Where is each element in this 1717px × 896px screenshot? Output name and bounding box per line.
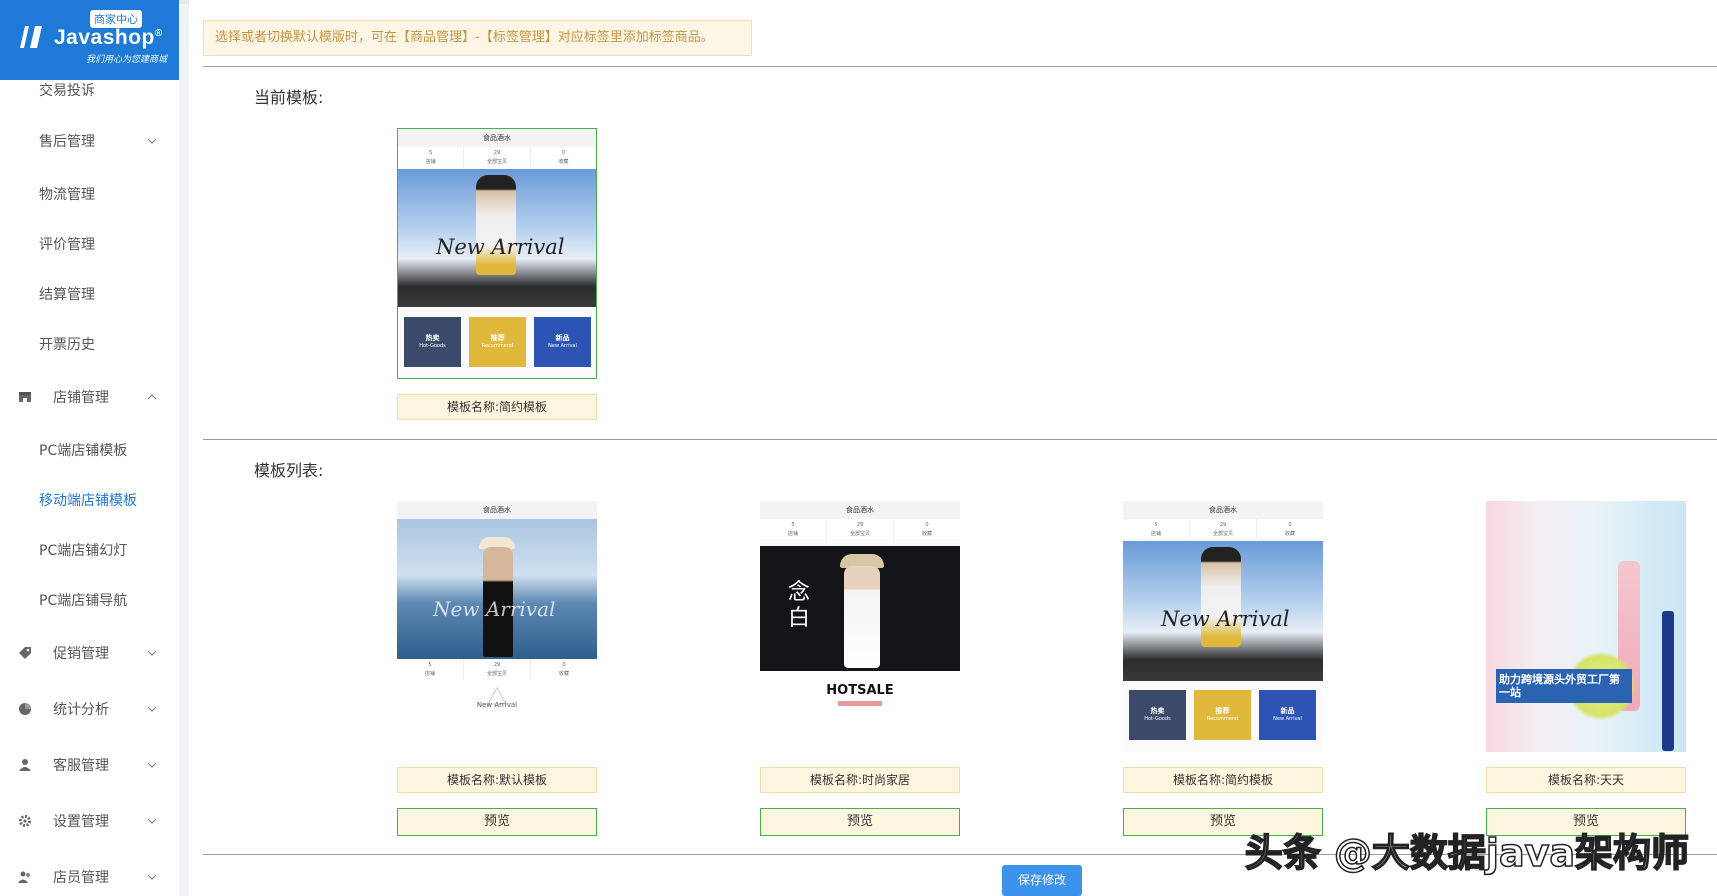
template-thumbnail-default[interactable]: 食品酒水 New Arrival 5 店铺 29 全部宝贝 0 收藏 New Arr…	[397, 501, 597, 752]
user-icon	[19, 759, 31, 771]
chevron-down-icon	[147, 138, 157, 144]
sidebar-item-promotion[interactable]: 促销管理	[0, 631, 179, 675]
template-thumbnail-fashion-home[interactable]: 食品酒水 5 店铺 29 全部宝贝 0 收藏 念白 HOTSALE	[760, 501, 960, 752]
current-template-thumbnail: 食品酒水 5 店铺 29 全部宝贝 0 收藏 New Arrival 热卖 Hot-G…	[397, 128, 597, 379]
template-list-title: 模板列表:	[254, 461, 324, 480]
thumb-hero-image: 念白	[760, 546, 960, 671]
thumb-hero-image: New Arrival	[397, 519, 597, 659]
sidebar-item-customer-service[interactable]: 客服管理	[0, 743, 179, 787]
sidebar-item-settings[interactable]: 设置管理	[0, 799, 179, 843]
sidebar-item-reviews[interactable]: 评价管理	[0, 222, 179, 266]
current-template-title: 当前模板:	[254, 88, 324, 107]
divider	[203, 439, 1717, 440]
javashop-logo-icon	[20, 26, 42, 48]
preview-button-fashion-home[interactable]: 预览	[760, 808, 960, 836]
sidebar: 商家中心 Javashop® 我们用心为您建商城 交易投诉 售后管理 物流管理 …	[0, 0, 179, 896]
template-name-simple: 模板名称:简约模板	[1123, 767, 1323, 793]
chevron-up-icon	[147, 394, 157, 400]
sidebar-item-pc-store-slides[interactable]: PC端店铺幻灯	[0, 528, 179, 572]
sidebar-item-store-management[interactable]: 店铺管理	[0, 375, 179, 419]
sidebar-item-invoice-history[interactable]: 开票历史	[0, 322, 179, 366]
chevron-down-icon	[147, 874, 157, 880]
store-icon	[19, 392, 31, 402]
sidebar-item-pc-store-template[interactable]: PC端店铺模板	[0, 428, 179, 472]
notice-banner: 选择或者切换默认模版时，可在【商品管理】-【标签管理】对应标签里添加标签商品。	[203, 20, 752, 56]
template-thumbnail-tiantian[interactable]: 助力跨境源头外贸工厂第一站	[1486, 501, 1686, 752]
main-content: 选择或者切换默认模版时，可在【商品管理】-【标签管理】对应标签里添加标签商品。 …	[189, 0, 1717, 896]
sidebar-item-after-sales[interactable]: 售后管理	[0, 119, 179, 163]
current-template-name: 模板名称:简约模板	[397, 394, 597, 420]
thumb-banner-text: 助力跨境源头外贸工厂第一站	[1496, 669, 1632, 703]
thumb-tile-recommend: 推荐 Recommend	[469, 317, 526, 367]
gear-icon	[19, 815, 31, 827]
sidebar-item-settlement[interactable]: 结算管理	[0, 272, 179, 316]
save-changes-button[interactable]: 保存修改	[1002, 865, 1082, 896]
team-icon	[18, 871, 30, 883]
thumb-stats: 5 店铺 29 全部宝贝 0 收藏	[398, 147, 596, 167]
thumb-header: 食品酒水	[398, 129, 596, 147]
preview-button-default[interactable]: 预览	[397, 808, 597, 836]
watermark-text: 头条 @大数据java架构师	[1244, 830, 1690, 876]
thumb-hero-image: New Arrival	[1123, 541, 1323, 681]
sidebar-item-staff[interactable]: 店员管理	[0, 855, 179, 896]
sidebar-item-complaints[interactable]: 交易投诉	[0, 68, 179, 112]
brand-slogan: 我们用心为您建商城	[86, 55, 168, 65]
thumb-hero-image: New Arrival	[398, 169, 596, 307]
pie-chart-icon	[19, 703, 31, 715]
template-thumbnail-simple[interactable]: 食品酒水 5 店铺 29 全部宝贝 0 收藏 New Arrival 热卖 Hot-G…	[1123, 501, 1323, 752]
chevron-down-icon	[147, 706, 157, 712]
chevron-down-icon	[147, 818, 157, 824]
template-name-fashion-home: 模板名称:时尚家居	[760, 767, 960, 793]
sidebar-item-pc-store-nav[interactable]: PC端店铺导航	[0, 578, 179, 622]
tag-icon	[19, 647, 31, 659]
thumb-tile-hot: 热卖 Hot-Goods	[404, 317, 461, 367]
sidebar-item-statistics[interactable]: 统计分析	[0, 687, 179, 731]
divider	[203, 66, 1717, 67]
chevron-down-icon	[147, 650, 157, 656]
sidebar-item-logistics[interactable]: 物流管理	[0, 172, 179, 216]
template-name-tiantian: 模板名称:天天	[1486, 767, 1686, 793]
template-name-default: 模板名称:默认模板	[397, 767, 597, 793]
brand-name: Javashop®	[54, 26, 163, 49]
chevron-down-icon	[147, 762, 157, 768]
thumb-tile-new: 新品 New Arrival	[534, 317, 591, 367]
sidebar-item-mobile-store-template[interactable]: 移动端店铺模板	[0, 478, 179, 522]
